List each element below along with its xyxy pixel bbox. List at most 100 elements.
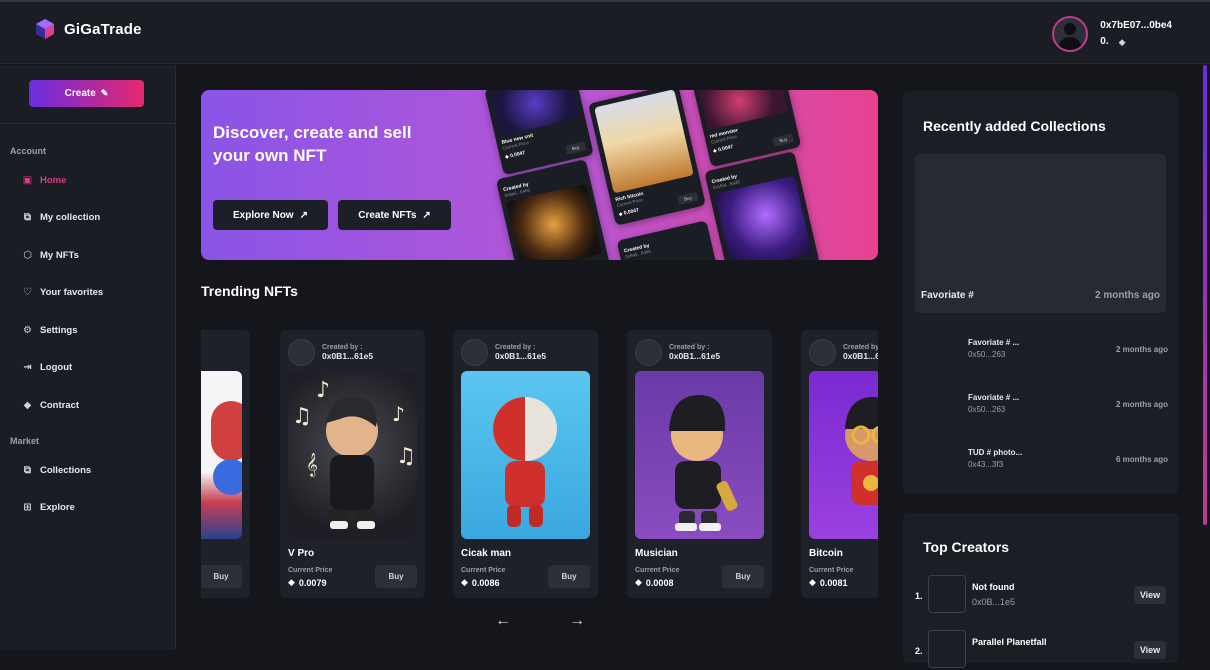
creator-row[interactable]: 1. Not found 0x0B...1e5 View [915, 575, 1166, 615]
sidebar-item-explore[interactable]: ⊞ Explore [22, 502, 75, 513]
top-creators-title: Top Creators [923, 539, 1010, 555]
buy-button[interactable]: Buy [548, 565, 590, 588]
sidebar-section-account: Account [10, 146, 46, 156]
creator-address: 0x0B1...6 [843, 351, 878, 361]
featured-collection-name: Favoriate # [921, 290, 974, 301]
nft-card[interactable]: Created by : 0x0B1...61e5 Musician Curre… [627, 330, 772, 598]
creator-address: 0x0B1...61e5 [669, 351, 721, 361]
collection-list-item[interactable]: Favoriate # ... 0x50...263 2 months ago [968, 393, 1168, 414]
nft-image[interactable] [809, 371, 878, 539]
carousel-prev-arrow-icon[interactable]: ← [495, 612, 511, 630]
sidebar-item-favorites[interactable]: ♡ Your favorites [22, 287, 103, 298]
sidebar: Create ✎ Account ▣ Home ⧉ My collection … [0, 65, 176, 650]
svg-text:𝄞: 𝄞 [306, 452, 318, 477]
creator-avatar [288, 339, 315, 366]
nft-image[interactable] [201, 371, 242, 539]
creator-row[interactable]: 2. Parallel Planetfall View [915, 630, 1166, 670]
hero-banner: Discover, create and sell your own NFT E… [201, 90, 878, 260]
nft-price: 0.0086 [471, 577, 500, 588]
page-scrollbar[interactable] [1203, 65, 1207, 525]
sidebar-item-my-nfts[interactable]: ⬡ My NFTs [22, 250, 79, 261]
wallet-address: 0x7bE07...0be4 [1100, 20, 1172, 31]
sidebar-item-logout[interactable]: ⇥ Logout [22, 362, 72, 373]
user-silhouette-icon [1064, 23, 1077, 35]
nft-card[interactable]: Buy [201, 330, 250, 598]
logo[interactable]: GiGaTrade [34, 18, 142, 40]
svg-text:♪: ♪ [392, 402, 405, 426]
nft-name: V Pro [288, 548, 315, 559]
featured-collection[interactable]: Favoriate # 2 months ago [915, 154, 1166, 313]
creator-avatar [809, 339, 836, 366]
nft-card[interactable]: Created by : 0x0B1...61e5 Cicak man Curr… [453, 330, 598, 598]
nft-price: 0.0079 [298, 577, 327, 588]
user-menu[interactable]: 0x7bE07...0be4 0. ◆ [1052, 16, 1172, 52]
collection-list-item[interactable]: Favoriate # ... 0x50...263 2 months ago [968, 338, 1168, 359]
nft-card[interactable]: Created by : 0x0B1...6 Bitcoin Current P… [801, 330, 878, 598]
nft-name: Cicak man [461, 548, 512, 559]
nft-image[interactable] [461, 371, 590, 539]
sidebar-item-home[interactable]: ▣ Home [22, 175, 67, 186]
ethereum-icon: ◆ [461, 577, 468, 587]
ethereum-icon: ◆ [635, 577, 642, 587]
collection-icon: ⧉ [23, 212, 32, 223]
edit-icon: ✎ [100, 88, 109, 98]
showcase-image [506, 183, 603, 260]
showcase-image [594, 90, 694, 194]
sidebar-item-settings[interactable]: ⚙ Settings [22, 325, 77, 336]
logo-cube-icon [36, 19, 54, 39]
sidebar-item-collections[interactable]: ⧉ Collections [22, 465, 91, 476]
buy-button[interactable]: Buy [201, 565, 242, 588]
gear-icon: ⚙ [23, 325, 32, 336]
recent-collections-panel: Recently added Collections Favoriate # 2… [903, 91, 1178, 494]
trending-title: Trending NFTs [201, 283, 298, 299]
svg-text:♫: ♫ [292, 404, 312, 429]
ethereum-icon: ◆ [23, 400, 32, 411]
user-avatar[interactable] [1052, 16, 1089, 52]
ethereum-icon: ◆ [1118, 37, 1126, 47]
showcase-image [714, 175, 813, 260]
buy-button[interactable]: Buy [722, 565, 764, 588]
heart-icon: ♡ [23, 287, 32, 298]
collection-icon: ⧉ [23, 465, 32, 476]
explore-now-button[interactable]: Explore Now ↗ [213, 200, 328, 230]
svg-text:♪: ♪ [316, 378, 330, 403]
create-button[interactable]: Create ✎ [29, 80, 144, 107]
hero-showcase-card: Created by 0x9a5...6465 [616, 220, 718, 260]
arrow-up-right-icon: ↗ [299, 209, 308, 221]
nft-image[interactable] [635, 371, 764, 539]
creator-avatar [928, 575, 966, 613]
sidebar-divider [0, 123, 176, 124]
create-nfts-button[interactable]: Create NFTs ↗ [338, 200, 451, 230]
trending-carousel: Buy Created by : 0x0B1...61e5 ♪ ♫ ♪ ♫ 𝄞 [201, 330, 878, 598]
creator-avatar [461, 339, 488, 366]
creator-avatar [635, 339, 662, 366]
sidebar-item-my-collection[interactable]: ⧉ My collection [22, 212, 100, 223]
hero-title: Discover, create and sell your own NFT [213, 123, 412, 165]
buy-button[interactable]: Buy [375, 565, 417, 588]
nft-name: Bitcoin [809, 548, 843, 559]
logout-icon: ⇥ [23, 362, 32, 373]
nft-card[interactable]: Created by : 0x0B1...61e5 ♪ ♫ ♪ ♫ 𝄞 V Pr… [280, 330, 425, 598]
nft-price: 0.0081 [819, 577, 848, 588]
view-creator-button[interactable]: View [1134, 586, 1166, 604]
svg-text:♫: ♫ [396, 444, 416, 469]
top-bar: GiGaTrade 0x7bE07...0be4 0. ◆ [0, 0, 1210, 64]
creator-avatar [928, 630, 966, 668]
view-creator-button[interactable]: View [1134, 641, 1166, 659]
nft-name: Musician [635, 548, 678, 559]
creator-address: 0x0B1...61e5 [495, 351, 547, 361]
carousel-next-arrow-icon[interactable]: → [569, 612, 585, 630]
creator-address: 0x0B1...61e5 [322, 351, 374, 361]
featured-collection-time: 2 months ago [1094, 290, 1160, 301]
ethereum-icon: ◆ [288, 577, 295, 587]
wallet-balance: 0. [1100, 36, 1109, 47]
hero-showcase-card: Created by 0x1f5d...5a4E [704, 151, 820, 260]
sidebar-item-contract[interactable]: ◆ Contract [22, 400, 79, 411]
collection-list-item[interactable]: TUD # photo... 0x43...3f3 6 months ago [968, 448, 1168, 469]
home-icon: ▣ [22, 175, 33, 186]
sidebar-section-market: Market [10, 436, 40, 446]
nft-image[interactable]: ♪ ♫ ♪ ♫ 𝄞 [288, 371, 417, 539]
nft-icon: ⬡ [23, 250, 32, 261]
arrow-up-right-icon: ↗ [422, 209, 431, 221]
grid-icon: ⊞ [23, 502, 32, 513]
